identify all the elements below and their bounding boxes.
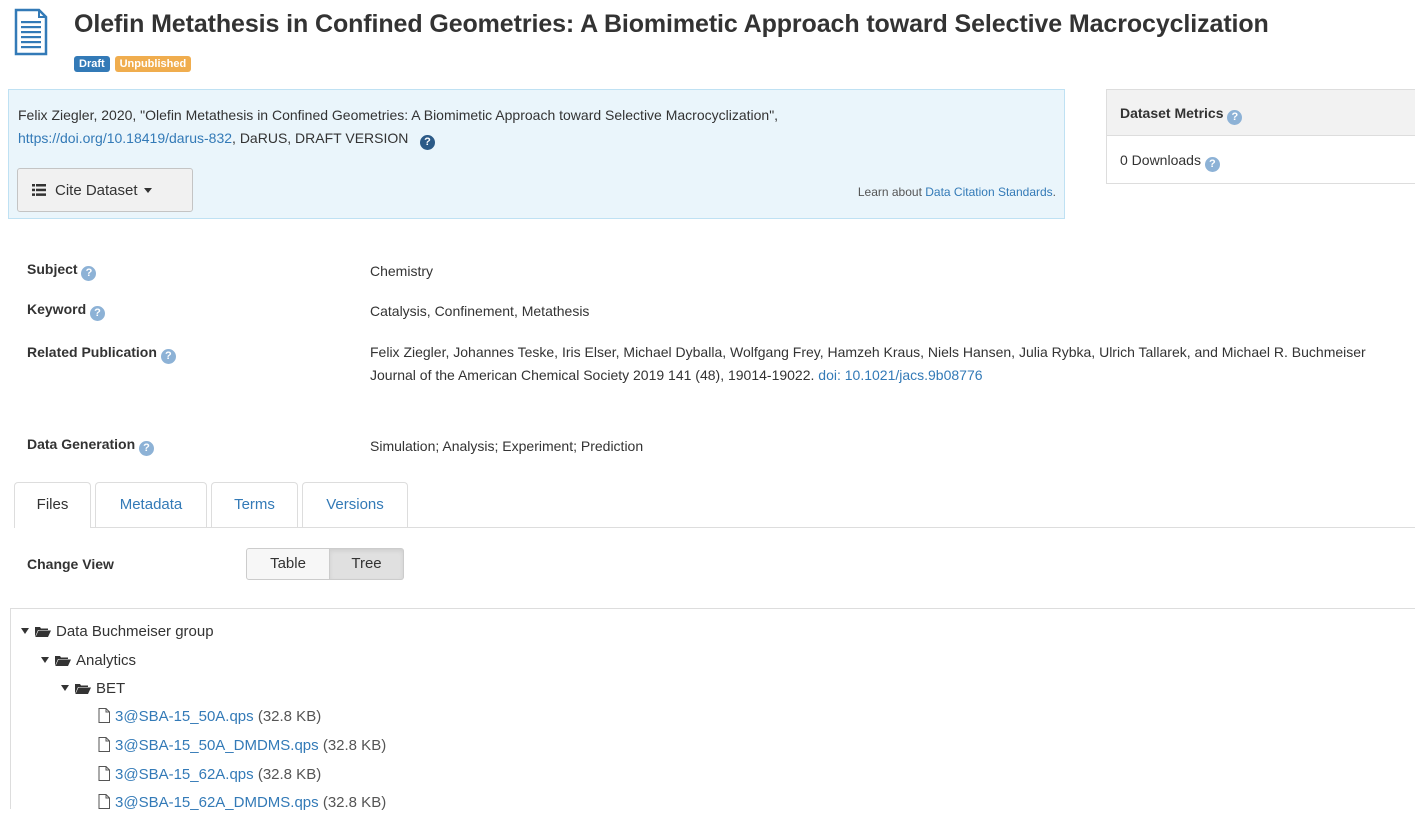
change-view-label: Change View bbox=[27, 556, 114, 572]
status-badges: Draft Unpublished bbox=[74, 54, 192, 72]
folder-label: BET bbox=[96, 680, 126, 697]
file-size: (32.8 KB) bbox=[322, 737, 387, 754]
cite-dataset-label: Cite Dataset bbox=[55, 181, 138, 199]
folder-open-icon bbox=[55, 656, 71, 666]
draft-badge: Draft bbox=[74, 56, 110, 72]
file-link[interactable]: 3@SBA-15_62A.qps bbox=[115, 766, 254, 783]
folder-label: Analytics bbox=[76, 652, 137, 669]
tree-file: 3@SBA-15_62A.qps (32.8 KB) bbox=[98, 765, 321, 785]
help-icon[interactable]: ? bbox=[81, 266, 97, 281]
tree-file: 3@SBA-15_50A.qps (32.8 KB) bbox=[98, 707, 321, 727]
file-link[interactable]: 3@SBA-15_50A_DMDMS.qps bbox=[115, 737, 319, 754]
tree-view-button[interactable]: Tree bbox=[330, 548, 404, 580]
dataset-metrics-panel: Dataset Metrics ? 0 Downloads ? bbox=[1106, 89, 1415, 184]
expanded-caret-icon[interactable] bbox=[61, 685, 69, 691]
data-generation-value: Simulation; Analysis; Experiment; Predic… bbox=[370, 438, 644, 454]
tab-versions[interactable]: Versions bbox=[302, 482, 408, 527]
keyword-value: Catalysis, Confinement, Metathesis bbox=[370, 303, 590, 319]
folder-open-icon bbox=[75, 684, 91, 694]
help-icon[interactable]: ? bbox=[160, 349, 176, 364]
citation-text-before: Felix Ziegler, 2020, "Olefin Metathesis … bbox=[18, 107, 779, 123]
cite-dataset-button[interactable]: Cite Dataset bbox=[17, 168, 193, 212]
help-icon[interactable]: ? bbox=[139, 441, 155, 456]
dataset-tabs: Files Metadata Terms Versions bbox=[14, 482, 1415, 528]
table-view-button[interactable]: Table bbox=[246, 548, 330, 580]
caret-down-icon bbox=[143, 187, 152, 193]
help-icon[interactable]: ? bbox=[1227, 110, 1243, 125]
help-icon[interactable]: ? bbox=[420, 135, 436, 150]
tree-file: 3@SBA-15_50A_DMDMS.qps (32.8 KB) bbox=[98, 736, 386, 756]
downloads-count: 0 Downloads bbox=[1120, 152, 1201, 168]
subject-value: Chemistry bbox=[370, 263, 434, 279]
data-generation-label: Data Generation ? bbox=[27, 436, 155, 456]
tab-metadata[interactable]: Metadata bbox=[95, 482, 207, 527]
metrics-downloads: 0 Downloads ? bbox=[1107, 136, 1415, 184]
data-citation-standards-link[interactable]: Data Citation Standards bbox=[925, 185, 1052, 199]
view-toggle: Table Tree bbox=[246, 548, 404, 580]
file-size: (32.8 KB) bbox=[257, 708, 322, 725]
file-icon bbox=[98, 737, 110, 752]
tab-terms[interactable]: Terms bbox=[211, 482, 298, 527]
citation-box: Felix Ziegler, 2020, "Olefin Metathesis … bbox=[8, 89, 1065, 219]
expanded-caret-icon[interactable] bbox=[21, 628, 29, 634]
tree-file: 3@SBA-15_62A_DMDMS.qps (32.8 KB) bbox=[98, 793, 386, 813]
file-icon bbox=[98, 708, 110, 723]
learn-citation-standards: Learn about Data Citation Standards. bbox=[858, 185, 1056, 199]
learn-prefix: Learn about bbox=[857, 185, 922, 199]
list-icon bbox=[32, 184, 46, 196]
citation-text: Felix Ziegler, 2020, "Olefin Metathesis … bbox=[18, 104, 1058, 150]
file-tree: Data Buchmeiser group Analytics BET 3@SB… bbox=[10, 608, 1415, 811]
file-icon bbox=[98, 766, 110, 781]
keyword-label: Keyword ? bbox=[27, 301, 106, 321]
metrics-title: Dataset Metrics bbox=[1120, 105, 1224, 121]
file-size: (32.8 KB) bbox=[257, 766, 322, 783]
file-link[interactable]: 3@SBA-15_50A.qps bbox=[115, 708, 254, 725]
related-publication-doi-link[interactable]: doi: 10.1021/jacs.9b08776 bbox=[818, 367, 982, 383]
citation-text-after: , DaRUS, DRAFT VERSION bbox=[232, 130, 409, 146]
tree-folder-bet[interactable]: BET bbox=[61, 679, 125, 699]
related-publication-label: Related Publication ? bbox=[27, 344, 176, 364]
subject-label: Subject ? bbox=[27, 261, 97, 281]
document-icon bbox=[14, 8, 48, 56]
help-icon[interactable]: ? bbox=[1204, 157, 1220, 172]
expanded-caret-icon[interactable] bbox=[41, 657, 49, 663]
tree-folder-analytics[interactable]: Analytics bbox=[41, 651, 136, 671]
learn-suffix: . bbox=[1052, 185, 1056, 199]
dataset-title: Olefin Metathesis in Confined Geometries… bbox=[74, 10, 1269, 38]
tab-files[interactable]: Files bbox=[14, 482, 91, 528]
file-icon bbox=[98, 794, 110, 809]
citation-doi-link[interactable]: https://doi.org/10.18419/darus-832 bbox=[18, 130, 232, 146]
help-icon[interactable]: ? bbox=[90, 306, 106, 321]
folder-open-icon bbox=[35, 627, 51, 637]
metrics-heading: Dataset Metrics ? bbox=[1107, 90, 1415, 136]
related-publication-value: Felix Ziegler, Johannes Teske, Iris Else… bbox=[370, 344, 1366, 383]
tree-folder-root[interactable]: Data Buchmeiser group bbox=[21, 622, 214, 642]
unpublished-badge: Unpublished bbox=[114, 56, 192, 72]
folder-label: Data Buchmeiser group bbox=[56, 623, 214, 640]
